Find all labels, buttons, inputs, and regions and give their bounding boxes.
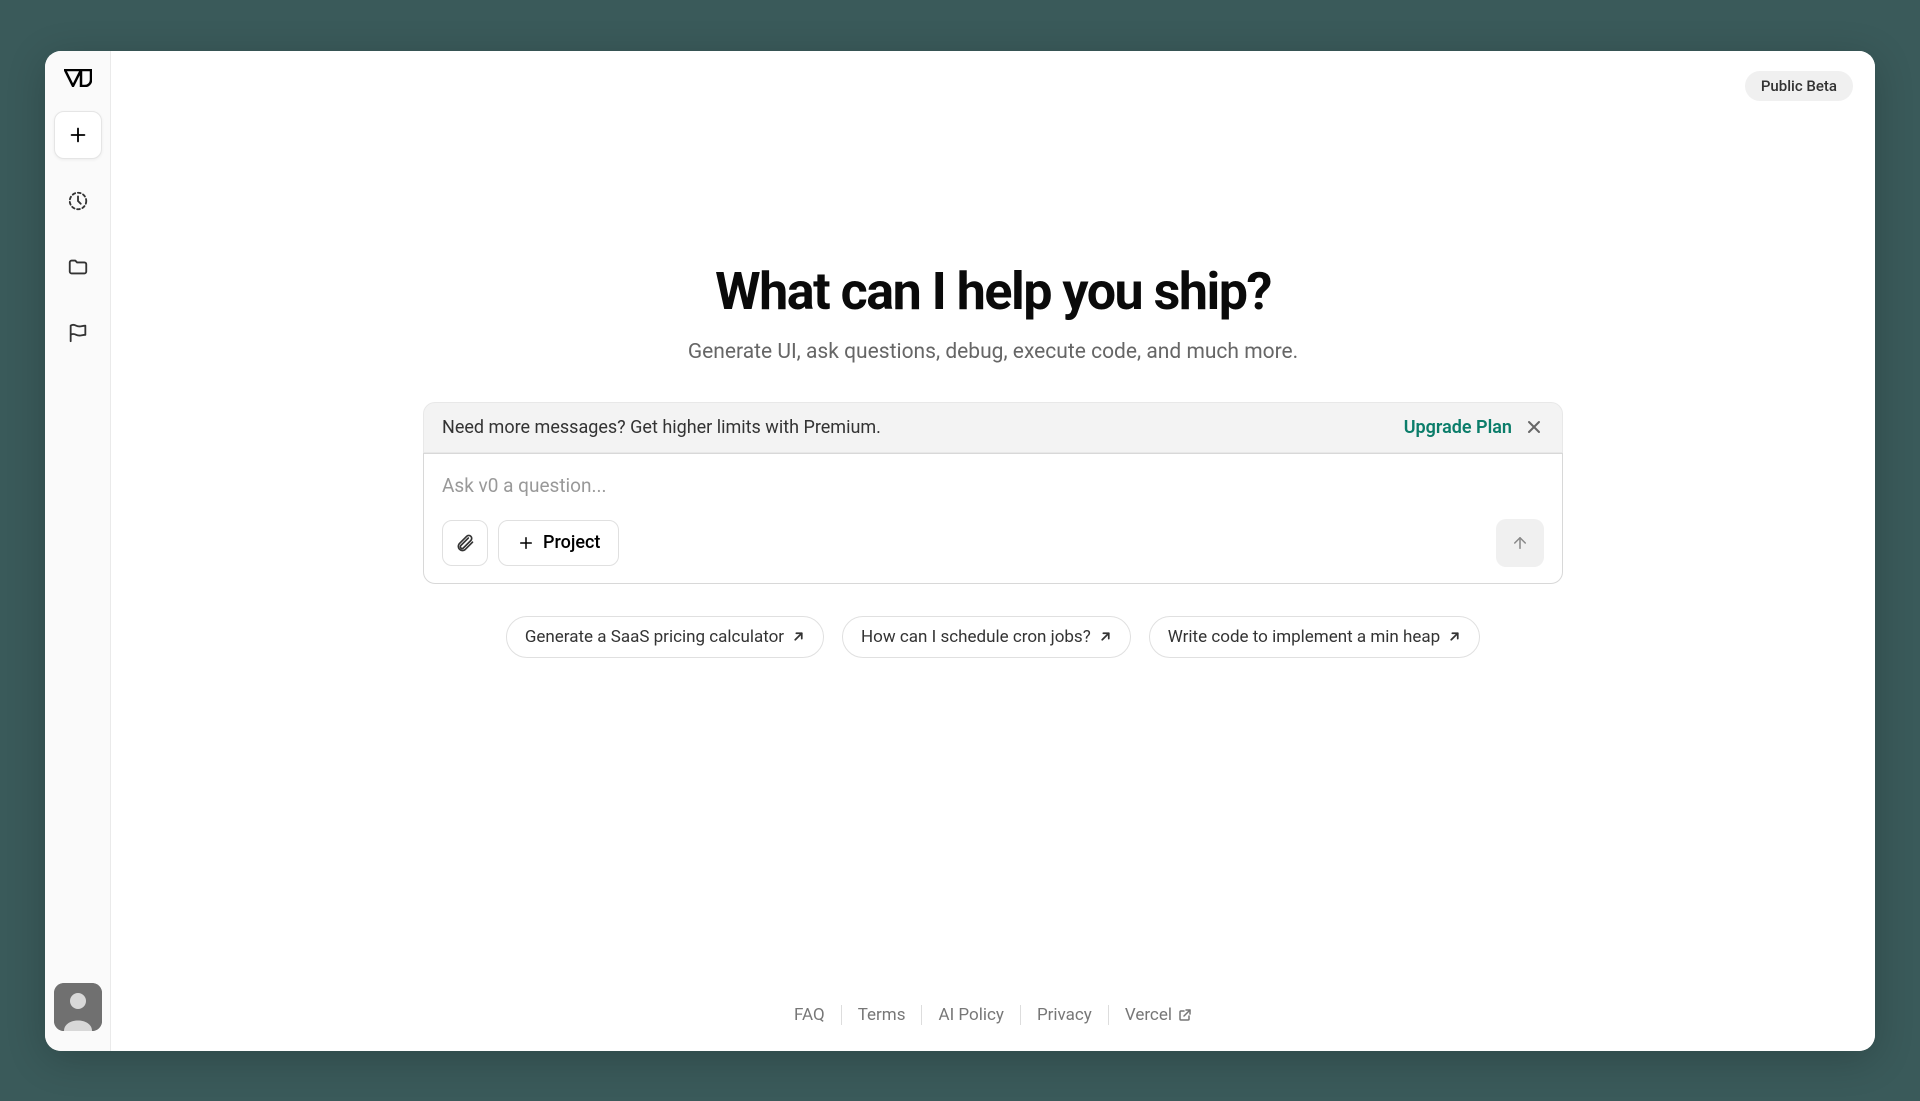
external-link-icon <box>1178 1008 1192 1022</box>
plus-icon <box>517 534 535 552</box>
suggestion-pill[interactable]: How can I schedule cron jobs? <box>842 616 1131 658</box>
suggestion-pill[interactable]: Write code to implement a min heap <box>1149 616 1480 658</box>
project-button-label: Project <box>543 532 600 553</box>
banner-text: Need more messages? Get higher limits wi… <box>442 417 1404 438</box>
flag-icon <box>67 322 89 344</box>
suggestion-pill[interactable]: Generate a SaaS pricing calculator <box>506 616 824 658</box>
footer-link-ai-policy[interactable]: AI Policy <box>921 1005 1019 1025</box>
avatar[interactable] <box>54 983 102 1031</box>
suggestion-label: Write code to implement a min heap <box>1168 627 1440 647</box>
clock-icon <box>67 190 89 212</box>
project-button[interactable]: Project <box>498 520 619 566</box>
attach-button[interactable] <box>442 520 488 566</box>
main-area: Public Beta What can I help you ship? Ge… <box>111 51 1875 1051</box>
history-button[interactable] <box>54 177 102 225</box>
footer-link-vercel[interactable]: Vercel <box>1108 1005 1208 1025</box>
footer-link-privacy[interactable]: Privacy <box>1020 1005 1108 1025</box>
arrow-up-icon <box>1511 534 1529 552</box>
app-window: Public Beta What can I help you ship? Ge… <box>45 51 1875 1051</box>
send-button[interactable] <box>1496 519 1544 567</box>
footer-link-faq[interactable]: FAQ <box>778 1005 841 1025</box>
footer: FAQ Terms AI Policy Privacy Vercel <box>111 979 1875 1051</box>
suggestions-row: Generate a SaaS pricing calculator How c… <box>506 616 1480 658</box>
content-area: What can I help you ship? Generate UI, a… <box>111 121 1875 979</box>
upgrade-plan-link[interactable]: Upgrade Plan <box>1404 417 1512 438</box>
input-box: Project <box>423 453 1563 584</box>
footer-link-terms[interactable]: Terms <box>841 1005 922 1025</box>
sidebar <box>45 51 111 1051</box>
suggestion-label: Generate a SaaS pricing calculator <box>525 627 784 647</box>
arrow-up-right-icon <box>1099 630 1112 643</box>
public-beta-badge: Public Beta <box>1745 71 1853 101</box>
arrow-up-right-icon <box>792 630 805 643</box>
close-icon <box>1527 420 1541 434</box>
logo <box>64 69 92 87</box>
feedback-button[interactable] <box>54 309 102 357</box>
footer-link-label: Vercel <box>1125 1005 1172 1025</box>
input-controls: Project <box>442 519 1544 567</box>
folder-icon <box>67 256 89 278</box>
suggestion-label: How can I schedule cron jobs? <box>861 627 1091 647</box>
new-chat-button[interactable] <box>54 111 102 159</box>
projects-button[interactable] <box>54 243 102 291</box>
prompt-container: Need more messages? Get higher limits wi… <box>423 402 1563 584</box>
page-heading: What can I help you ship? <box>715 261 1271 322</box>
paperclip-icon <box>455 533 475 553</box>
page-subheading: Generate UI, ask questions, debug, execu… <box>688 340 1298 364</box>
arrow-up-right-icon <box>1448 630 1461 643</box>
upgrade-banner: Need more messages? Get higher limits wi… <box>423 402 1563 453</box>
banner-close-button[interactable] <box>1524 417 1544 437</box>
plus-icon <box>67 124 89 146</box>
top-bar: Public Beta <box>111 51 1875 121</box>
prompt-input[interactable] <box>442 470 1544 501</box>
